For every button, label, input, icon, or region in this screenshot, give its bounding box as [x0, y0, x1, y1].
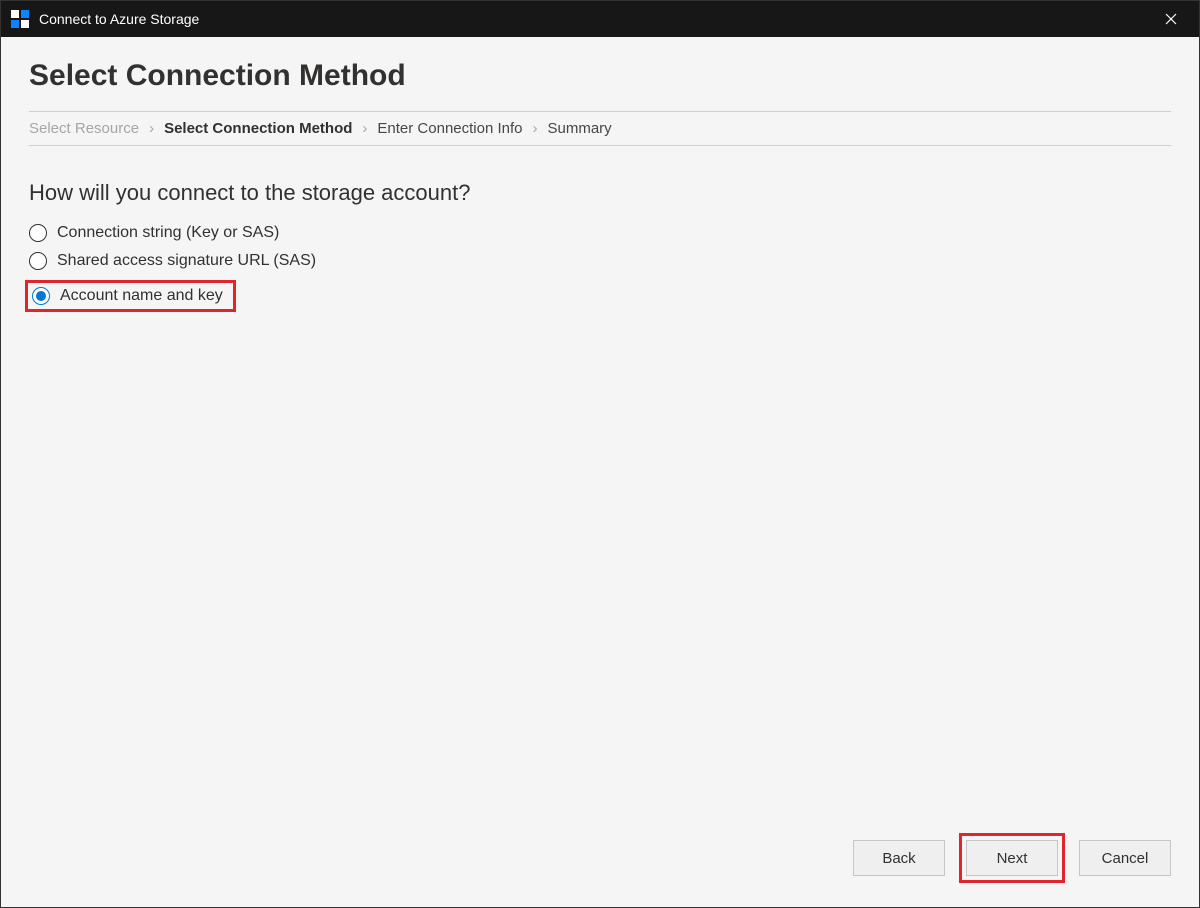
radio-label: Shared access signature URL (SAS)	[57, 252, 316, 270]
breadcrumb-step-summary: Summary	[548, 120, 612, 137]
breadcrumb-step-enter-connection-info: Enter Connection Info	[377, 120, 522, 137]
radio-label: Connection string (Key or SAS)	[57, 224, 279, 242]
radio-icon	[29, 252, 47, 270]
page-title: Select Connection Method	[29, 59, 1171, 93]
cancel-button[interactable]: Cancel	[1079, 840, 1171, 876]
close-icon	[1165, 13, 1177, 25]
title-bar: Connect to Azure Storage	[1, 1, 1199, 37]
radio-icon	[32, 287, 50, 305]
chevron-right-icon: ›	[531, 120, 540, 137]
close-button[interactable]	[1149, 4, 1193, 34]
radio-icon	[29, 224, 47, 242]
window-title: Connect to Azure Storage	[39, 11, 1149, 27]
breadcrumb-step-select-resource[interactable]: Select Resource	[29, 120, 139, 137]
chevron-right-icon: ›	[360, 120, 369, 137]
next-button[interactable]: Next	[966, 840, 1058, 876]
breadcrumb-step-select-connection-method: Select Connection Method	[164, 120, 352, 137]
connection-method-options: Connection string (Key or SAS) Shared ac…	[29, 224, 1171, 312]
radio-connection-string[interactable]: Connection string (Key or SAS)	[29, 224, 279, 242]
radio-account-name-key[interactable]: Account name and key	[25, 280, 236, 312]
dialog-footer: Back Next Cancel	[29, 809, 1171, 907]
chevron-right-icon: ›	[147, 120, 156, 137]
radio-label: Account name and key	[60, 287, 223, 305]
question-heading: How will you connect to the storage acco…	[29, 180, 1171, 206]
dialog-window: Connect to Azure Storage Select Connecti…	[0, 0, 1200, 908]
radio-sas-url[interactable]: Shared access signature URL (SAS)	[29, 252, 316, 270]
breadcrumb: Select Resource › Select Connection Meth…	[29, 111, 1171, 146]
next-button-highlight: Next	[959, 833, 1065, 883]
back-button[interactable]: Back	[853, 840, 945, 876]
app-icon	[11, 10, 29, 28]
dialog-content: Select Connection Method Select Resource…	[1, 37, 1199, 907]
